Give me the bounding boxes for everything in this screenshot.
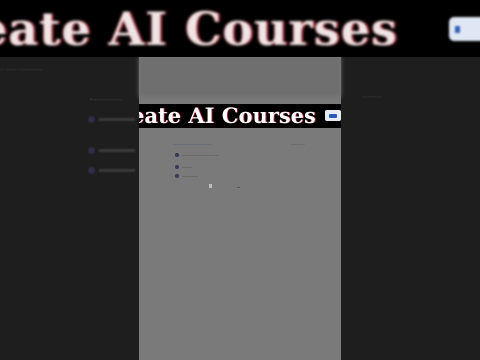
background-list-item — [88, 167, 135, 174]
thumbs-up-icon — [329, 113, 337, 118]
panel-row-label: ————— — [182, 174, 199, 178]
top-banner: eate AI Courses — [0, 0, 480, 57]
radio-icon — [175, 165, 179, 169]
avatar-icon — [88, 167, 95, 174]
content-panel: ——————————— ———— ——————————— ——— ————— — [173, 138, 313, 208]
caption-badge — [325, 110, 341, 121]
background-right-title: ————— — [362, 94, 382, 99]
banner-title: eate AI Courses — [0, 2, 398, 56]
panel-row[interactable]: ——— — [175, 165, 192, 169]
background-list-item — [88, 116, 135, 123]
radio-icon — [175, 174, 179, 178]
caption-strip: eate AI Courses — [139, 104, 341, 128]
panel-row[interactable]: ————— — [175, 174, 198, 178]
caption-text: eate AI Courses — [139, 104, 316, 128]
panel-title: ——————————— — [173, 142, 212, 146]
radio-icon — [175, 153, 179, 157]
banner-badge — [449, 17, 480, 41]
background-card-title: • ——————— — [90, 97, 122, 102]
panel-row[interactable]: ——————————— — [175, 153, 218, 157]
panel-link[interactable]: ———— — [291, 142, 305, 146]
background-list-item — [88, 147, 135, 154]
background-breadcrumb: — ——— —————— — [0, 67, 43, 72]
avatar-icon — [88, 147, 95, 154]
list-item-placeholder — [99, 118, 135, 121]
panel-row-label: ——— — [182, 165, 192, 169]
thumbs-up-icon — [455, 25, 460, 33]
avatar-icon — [88, 116, 95, 123]
list-item-placeholder — [99, 149, 135, 152]
panel-mark — [237, 187, 240, 188]
mouse-cursor-icon — [209, 184, 212, 188]
panel-row-label: ——————————— — [182, 153, 219, 157]
video-frame: — ——— —————— • ——————— ————— ———————————… — [0, 0, 480, 360]
list-item-placeholder — [99, 169, 135, 172]
screen-header-blur — [139, 57, 341, 97]
